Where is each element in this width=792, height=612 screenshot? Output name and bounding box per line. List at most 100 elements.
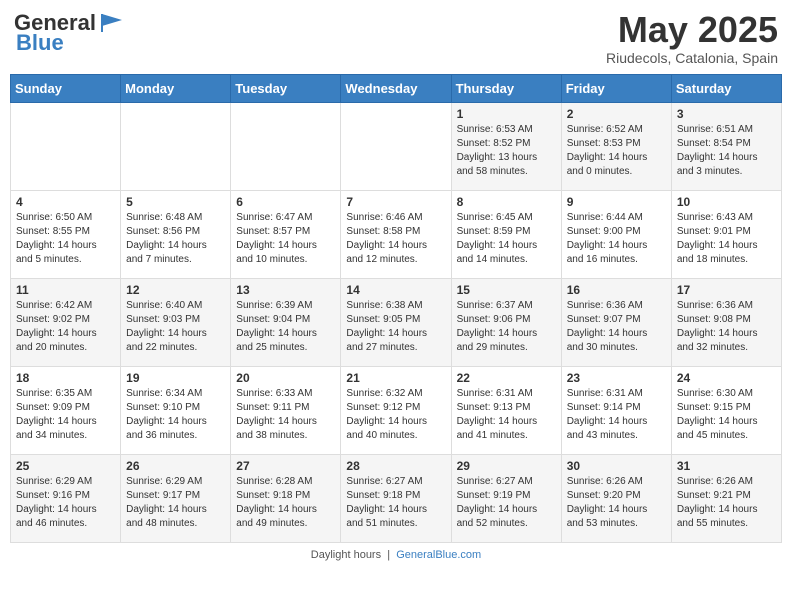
day-info: Sunrise: 6:50 AM Sunset: 8:55 PM Dayligh… [16,211,115,267]
day-info: Sunrise: 6:35 AM Sunset: 9:09 PM Dayligh… [16,387,115,443]
month-title: May 2025 [606,10,778,50]
day-number: 30 [567,459,666,473]
calendar-cell [11,102,121,190]
day-info: Sunrise: 6:30 AM Sunset: 9:15 PM Dayligh… [677,387,776,443]
day-info: Sunrise: 6:45 AM Sunset: 8:59 PM Dayligh… [457,211,556,267]
calendar-cell: 13 Sunrise: 6:39 AM Sunset: 9:04 PM Dayli… [231,278,341,366]
day-info: Sunrise: 6:47 AM Sunset: 8:57 PM Dayligh… [236,211,335,267]
day-number: 6 [236,195,335,209]
day-info: Sunrise: 6:29 AM Sunset: 9:16 PM Dayligh… [16,475,115,531]
calendar-cell: 27Sunrise: 6:28 AM Sunset: 9:18 PM Dayli… [231,454,341,542]
day-info: Sunrise: 6:42 AM Sunset: 9:02 PM Dayligh… [16,299,115,355]
day-number: 8 [457,195,556,209]
day-info: Sunrise: 6:46 AM Sunset: 8:58 PM Dayligh… [346,211,445,267]
calendar-table: SundayMondayTuesdayWednesdayThursdayFrid… [10,74,782,543]
day-info: Sunrise: 6:31 AM Sunset: 9:13 PM Dayligh… [457,387,556,443]
calendar-cell: 4 Sunrise: 6:50 AM Sunset: 8:55 PM Daylig… [11,190,121,278]
day-info: Sunrise: 6:44 AM Sunset: 9:00 PM Dayligh… [567,211,666,267]
day-number: 22 [457,371,556,385]
day-info: Sunrise: 6:27 AM Sunset: 9:18 PM Dayligh… [346,475,445,531]
day-number: 25 [16,459,115,473]
day-number: 14 [346,283,445,297]
calendar-cell [231,102,341,190]
day-info: Sunrise: 6:38 AM Sunset: 9:05 PM Dayligh… [346,299,445,355]
calendar-cell: 31 Sunrise: 6:26 AM Sunset: 9:21 PM Dayli… [671,454,781,542]
day-number: 31 [677,459,776,473]
calendar-cell: 23 Sunrise: 6:31 AM Sunset: 9:14 PM Dayli… [561,366,671,454]
location: Riudecols, Catalonia, Spain [606,50,778,66]
calendar-cell: 20Sunrise: 6:33 AM Sunset: 9:11 PM Dayli… [231,366,341,454]
day-info: Sunrise: 6:31 AM Sunset: 9:14 PM Dayligh… [567,387,666,443]
calendar-cell: 25 Sunrise: 6:29 AM Sunset: 9:16 PM Dayli… [11,454,121,542]
day-info: Sunrise: 6:51 AM Sunset: 8:54 PM Dayligh… [677,123,776,179]
day-number: 20 [236,371,335,385]
day-info: Sunrise: 6:37 AM Sunset: 9:06 PM Dayligh… [457,299,556,355]
day-number: 3 [677,107,776,121]
footer: Daylight hours | GeneralBlue.com [10,549,782,561]
day-number: 4 [16,195,115,209]
calendar-cell: 22 Sunrise: 6:31 AM Sunset: 9:13 PM Dayli… [451,366,561,454]
day-number: 12 [126,283,225,297]
day-number: 1 [457,107,556,121]
day-info: Sunrise: 6:26 AM Sunset: 9:20 PM Dayligh… [567,475,666,531]
day-info: Sunrise: 6:34 AM Sunset: 9:10 PM Dayligh… [126,387,225,443]
calendar-cell: 28 Sunrise: 6:27 AM Sunset: 9:18 PM Dayli… [341,454,451,542]
day-info: Sunrise: 6:29 AM Sunset: 9:17 PM Dayligh… [126,475,225,531]
calendar-cell: 10 Sunrise: 6:43 AM Sunset: 9:01 PM Dayli… [671,190,781,278]
day-of-week-header: Sunday [11,74,121,102]
calendar-cell: 3 Sunrise: 6:51 AM Sunset: 8:54 PM Daylig… [671,102,781,190]
day-info: Sunrise: 6:26 AM Sunset: 9:21 PM Dayligh… [677,475,776,531]
calendar-cell: 21 Sunrise: 6:32 AM Sunset: 9:12 PM Dayli… [341,366,451,454]
calendar-cell: 24 Sunrise: 6:30 AM Sunset: 9:15 PM Dayli… [671,366,781,454]
calendar-cell: 14 Sunrise: 6:38 AM Sunset: 9:05 PM Dayli… [341,278,451,366]
day-info: Sunrise: 6:36 AM Sunset: 9:08 PM Dayligh… [677,299,776,355]
day-of-week-header: Wednesday [341,74,451,102]
logo-blue: Blue [16,30,64,56]
day-of-week-header: Saturday [671,74,781,102]
day-number: 28 [346,459,445,473]
calendar-cell: 11Sunrise: 6:42 AM Sunset: 9:02 PM Dayli… [11,278,121,366]
day-number: 24 [677,371,776,385]
calendar-cell: 12 Sunrise: 6:40 AM Sunset: 9:03 PM Dayli… [121,278,231,366]
day-number: 10 [677,195,776,209]
title-block: May 2025 Riudecols, Catalonia, Spain [606,10,778,66]
day-info: Sunrise: 6:28 AM Sunset: 9:18 PM Dayligh… [236,475,335,531]
calendar-cell: 29 Sunrise: 6:27 AM Sunset: 9:19 PM Dayli… [451,454,561,542]
day-info: Sunrise: 6:40 AM Sunset: 9:03 PM Dayligh… [126,299,225,355]
calendar-cell [341,102,451,190]
logo-flag-icon [98,12,126,34]
calendar-cell: 2 Sunrise: 6:52 AM Sunset: 8:53 PM Daylig… [561,102,671,190]
day-info: Sunrise: 6:32 AM Sunset: 9:12 PM Dayligh… [346,387,445,443]
footer-link[interactable]: GeneralBlue.com [396,549,481,561]
calendar-cell: 8 Sunrise: 6:45 AM Sunset: 8:59 PM Daylig… [451,190,561,278]
day-of-week-header: Thursday [451,74,561,102]
day-number: 29 [457,459,556,473]
day-number: 7 [346,195,445,209]
day-info: Sunrise: 6:48 AM Sunset: 8:56 PM Dayligh… [126,211,225,267]
calendar-cell: 7 Sunrise: 6:46 AM Sunset: 8:58 PM Daylig… [341,190,451,278]
day-info: Sunrise: 6:43 AM Sunset: 9:01 PM Dayligh… [677,211,776,267]
day-number: 13 [236,283,335,297]
day-number: 26 [126,459,225,473]
calendar-cell: 6 Sunrise: 6:47 AM Sunset: 8:57 PM Daylig… [231,190,341,278]
calendar-cell: 18 Sunrise: 6:35 AM Sunset: 9:09 PM Dayli… [11,366,121,454]
day-number: 16 [567,283,666,297]
day-number: 2 [567,107,666,121]
footer-text: Daylight hours [311,549,381,561]
day-info: Sunrise: 6:39 AM Sunset: 9:04 PM Dayligh… [236,299,335,355]
day-number: 5 [126,195,225,209]
day-info: Sunrise: 6:27 AM Sunset: 9:19 PM Dayligh… [457,475,556,531]
day-info: Sunrise: 6:36 AM Sunset: 9:07 PM Dayligh… [567,299,666,355]
day-of-week-header: Monday [121,74,231,102]
calendar-cell: 5 Sunrise: 6:48 AM Sunset: 8:56 PM Daylig… [121,190,231,278]
day-number: 21 [346,371,445,385]
day-number: 23 [567,371,666,385]
calendar-cell: 15 Sunrise: 6:37 AM Sunset: 9:06 PM Dayli… [451,278,561,366]
calendar-cell: 17Sunrise: 6:36 AM Sunset: 9:08 PM Dayli… [671,278,781,366]
day-info: Sunrise: 6:52 AM Sunset: 8:53 PM Dayligh… [567,123,666,179]
day-number: 15 [457,283,556,297]
day-of-week-header: Friday [561,74,671,102]
calendar-cell: 9Sunrise: 6:44 AM Sunset: 9:00 PM Daylig… [561,190,671,278]
calendar-cell: 19Sunrise: 6:34 AM Sunset: 9:10 PM Dayli… [121,366,231,454]
day-number: 18 [16,371,115,385]
